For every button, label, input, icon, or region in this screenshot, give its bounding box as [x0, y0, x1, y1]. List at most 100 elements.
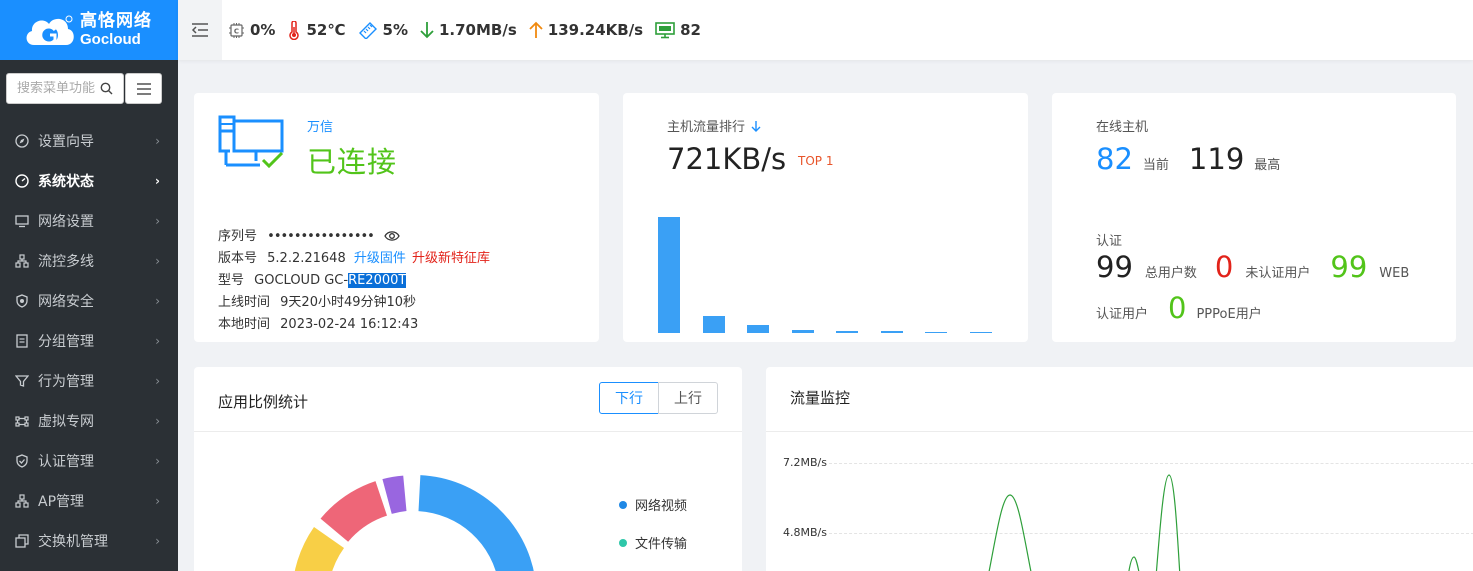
- menu-list-button[interactable]: [125, 73, 162, 104]
- upload-stat: 139.24KB/s: [529, 21, 643, 39]
- total-users-label: 总用户数: [1144, 266, 1197, 281]
- hosts-stat: 82: [655, 21, 701, 39]
- brand-name-en: Gocloud: [80, 31, 141, 48]
- vpn-icon: [14, 413, 30, 429]
- sidebar-item-label: 网络设置: [38, 214, 94, 230]
- menu-search-box[interactable]: [6, 73, 124, 104]
- sidebar-item-label: 分组管理: [38, 334, 94, 350]
- app-ratio-title: 应用比例统计: [218, 393, 309, 411]
- cloud-logo-icon: [26, 15, 74, 45]
- arrow-down-icon: [420, 22, 434, 39]
- upgrade-signature-link[interactable]: 升级新特征库: [412, 251, 490, 266]
- sidebar-item-behavior-management[interactable]: 行为管理 ›: [0, 361, 178, 401]
- search-icon[interactable]: [100, 82, 113, 95]
- svg-text:C: C: [234, 27, 239, 35]
- filter-icon: [14, 373, 30, 389]
- isp-name: 万信: [307, 120, 334, 135]
- chevron-right-icon: ›: [155, 414, 160, 428]
- sidebar-item-label: 虚拟专网: [38, 414, 94, 430]
- version-label: 版本号: [218, 251, 258, 266]
- collapse-sidebar-button[interactable]: [178, 0, 222, 60]
- chevron-right-icon: ›: [155, 174, 160, 188]
- monitor-icon: [14, 213, 30, 229]
- app-ratio-donut: [291, 475, 536, 571]
- device-status-card: 万信 已连接 序列号 •••••••••••••••• 版本号 5.2.2.21…: [194, 93, 599, 342]
- sidebar-item-label: 行为管理: [38, 374, 94, 390]
- legend-item[interactable]: 文件传输: [619, 533, 687, 552]
- brand-name-cn: 高恪网络: [80, 11, 152, 31]
- chevron-right-icon: ›: [155, 454, 160, 468]
- version-value: 5.2.2.21648: [267, 251, 346, 266]
- gauge-icon: [14, 173, 30, 189]
- sidebar-item-label: AP管理: [38, 494, 85, 510]
- sidebar-item-group-management[interactable]: 分组管理 ›: [0, 321, 178, 361]
- computer-icon: [655, 21, 675, 38]
- chevron-right-icon: ›: [155, 494, 160, 508]
- traffic-bar[interactable]: [658, 217, 680, 333]
- sidebar-item-network-settings[interactable]: 网络设置 ›: [0, 201, 178, 241]
- traffic-bar[interactable]: [969, 331, 992, 333]
- app-ratio-card: 应用比例统计 下行 上行 网络视频 文件传输: [194, 367, 742, 571]
- top-host-traffic: 721KB/s: [667, 142, 787, 176]
- sidebar-item-setup-wizard[interactable]: 设置向导 ›: [0, 121, 178, 161]
- sidebar-item-network-security[interactable]: 网络安全 ›: [0, 281, 178, 321]
- sidebar-item-system-status[interactable]: 系统状态 ›: [0, 161, 178, 201]
- top-rank-badge: TOP 1: [798, 154, 834, 168]
- pppoe-row: 认证用户 0 PPPoE用户: [1096, 291, 1262, 325]
- traffic-rank-title[interactable]: 主机流量排行: [667, 116, 761, 135]
- legend-dot: [619, 538, 627, 547]
- chevron-right-icon: ›: [155, 334, 160, 348]
- online-hosts-count: 82: [680, 21, 701, 39]
- sidebar-item-auth-management[interactable]: 认证管理 ›: [0, 441, 178, 481]
- sidebar-menu: 设置向导 › 系统状态 › 网络设置 › 流控多线 › 网络安全 › 分组管理 …: [0, 121, 178, 561]
- model-selected-text: RE2000T: [348, 273, 407, 288]
- eye-icon[interactable]: [384, 230, 400, 242]
- sidebar-item-label: 交换机管理: [38, 534, 108, 550]
- sidebar-item-flow-control[interactable]: 流控多线 ›: [0, 241, 178, 281]
- sidebar-item-label: 系统状态: [38, 174, 94, 190]
- brand-logo[interactable]: 高恪网络 Gocloud: [0, 0, 178, 60]
- uptime-value: 9天20小时49分钟10秒: [280, 295, 417, 310]
- traffic-bar[interactable]: [747, 324, 769, 333]
- thermometer-icon: [289, 20, 300, 40]
- legend-dot: [619, 500, 627, 509]
- chevron-right-icon: ›: [155, 374, 160, 388]
- localtime-value: 2023-02-24 16:12:43: [280, 317, 419, 332]
- auth-title: 认证: [1096, 234, 1123, 249]
- version-row: 版本号 5.2.2.21648 升级固件 升级新特征库: [218, 248, 490, 270]
- serial-label: 序列号: [218, 229, 258, 244]
- menu-search-input[interactable]: [17, 81, 97, 96]
- legend-item[interactable]: 网络视频: [619, 495, 687, 514]
- memory-icon: [358, 22, 377, 39]
- traffic-bar[interactable]: [791, 329, 814, 333]
- current-hosts: 82: [1096, 142, 1133, 176]
- sidebar-item-label: 网络安全: [38, 294, 94, 310]
- online-hosts-row: 82 当前 119 最高: [1096, 142, 1280, 176]
- sidebar-item-label: 设置向导: [38, 134, 94, 150]
- traffic-bar[interactable]: [925, 331, 947, 333]
- arrow-up-icon: [529, 21, 543, 38]
- sidebar-item-switch-management[interactable]: 交换机管理 ›: [0, 521, 178, 561]
- tab-uplink[interactable]: 上行: [658, 382, 718, 414]
- sidebar-item-vpn[interactable]: 虚拟专网 ›: [0, 401, 178, 441]
- traffic-bar[interactable]: [836, 331, 858, 333]
- serial-row: 序列号 ••••••••••••••••: [218, 226, 490, 248]
- web-label: WEB: [1379, 266, 1410, 281]
- online-hosts-card: 在线主机 82 当前 119 最高 认证 99 总用户数 0 未认证用户 99 …: [1052, 93, 1456, 342]
- cpu-value: 0%: [250, 21, 276, 39]
- traffic-line-chart: [988, 474, 1181, 571]
- web-users: 99: [1330, 250, 1368, 284]
- sidebar-item-ap-management[interactable]: AP管理 ›: [0, 481, 178, 521]
- unauth-label: 未认证用户: [1245, 266, 1311, 281]
- indent-icon: [191, 23, 208, 37]
- upgrade-firmware-link[interactable]: 升级固件: [354, 251, 406, 266]
- temperature-value: 52℃: [306, 21, 346, 39]
- traffic-bar[interactable]: [880, 331, 903, 333]
- temperature-stat: 52℃: [287, 20, 346, 40]
- cpu-icon: C: [229, 22, 244, 38]
- traffic-bar[interactable]: [702, 315, 725, 333]
- shield-icon: [14, 293, 30, 309]
- tab-downlink[interactable]: 下行: [599, 382, 659, 414]
- connection-status: 已连接: [307, 145, 398, 179]
- device-info-list: 序列号 •••••••••••••••• 版本号 5.2.2.21648 升级固…: [218, 226, 490, 336]
